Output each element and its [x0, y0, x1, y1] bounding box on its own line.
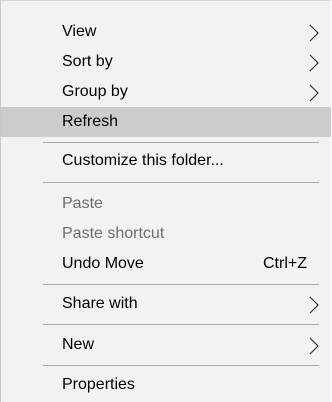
- chevron-right-icon: [309, 337, 319, 355]
- menu-item-view[interactable]: View: [1, 17, 331, 47]
- menu-separator: [43, 182, 319, 183]
- menu-item-label: Customize this folder...: [62, 152, 224, 169]
- menu-separator: [43, 142, 319, 143]
- chevron-right-icon: [309, 24, 319, 42]
- menu-separator: [43, 284, 319, 285]
- menu-item-sort-by[interactable]: Sort by: [1, 47, 331, 77]
- menu-item-label: Undo Move: [62, 255, 144, 272]
- menu-item-new[interactable]: New: [1, 330, 331, 360]
- menu-item-paste-shortcut: Paste shortcut: [1, 219, 331, 249]
- chevron-right-icon: [309, 296, 319, 314]
- menu-item-paste: Paste: [1, 189, 331, 219]
- context-menu: View Sort by Group by Refresh Customize …: [0, 0, 331, 402]
- chevron-right-icon: [309, 84, 319, 102]
- menu-item-properties[interactable]: Properties: [1, 370, 331, 400]
- menu-item-shortcut: Ctrl+Z: [263, 255, 307, 272]
- menu-item-refresh[interactable]: Refresh: [1, 107, 331, 137]
- menu-item-label: View: [62, 23, 97, 40]
- menu-item-label: Sort by: [62, 53, 113, 70]
- menu-separator: [43, 365, 319, 366]
- menu-item-group-by[interactable]: Group by: [1, 77, 331, 107]
- menu-item-share-with[interactable]: Share with: [1, 289, 331, 319]
- chevron-right-icon: [309, 54, 319, 72]
- menu-item-label: Paste: [62, 195, 103, 212]
- menu-item-customize-folder[interactable]: Customize this folder...: [1, 146, 331, 176]
- menu-item-label: Refresh: [62, 113, 119, 130]
- menu-item-label: Properties: [62, 376, 135, 393]
- menu-separator: [43, 324, 319, 325]
- menu-item-label: Group by: [62, 83, 128, 100]
- menu-item-label: Share with: [62, 295, 138, 312]
- menu-item-label: Paste shortcut: [62, 225, 165, 242]
- menu-item-undo-move[interactable]: Undo Move Ctrl+Z: [1, 249, 331, 279]
- menu-item-label: New: [62, 336, 95, 353]
